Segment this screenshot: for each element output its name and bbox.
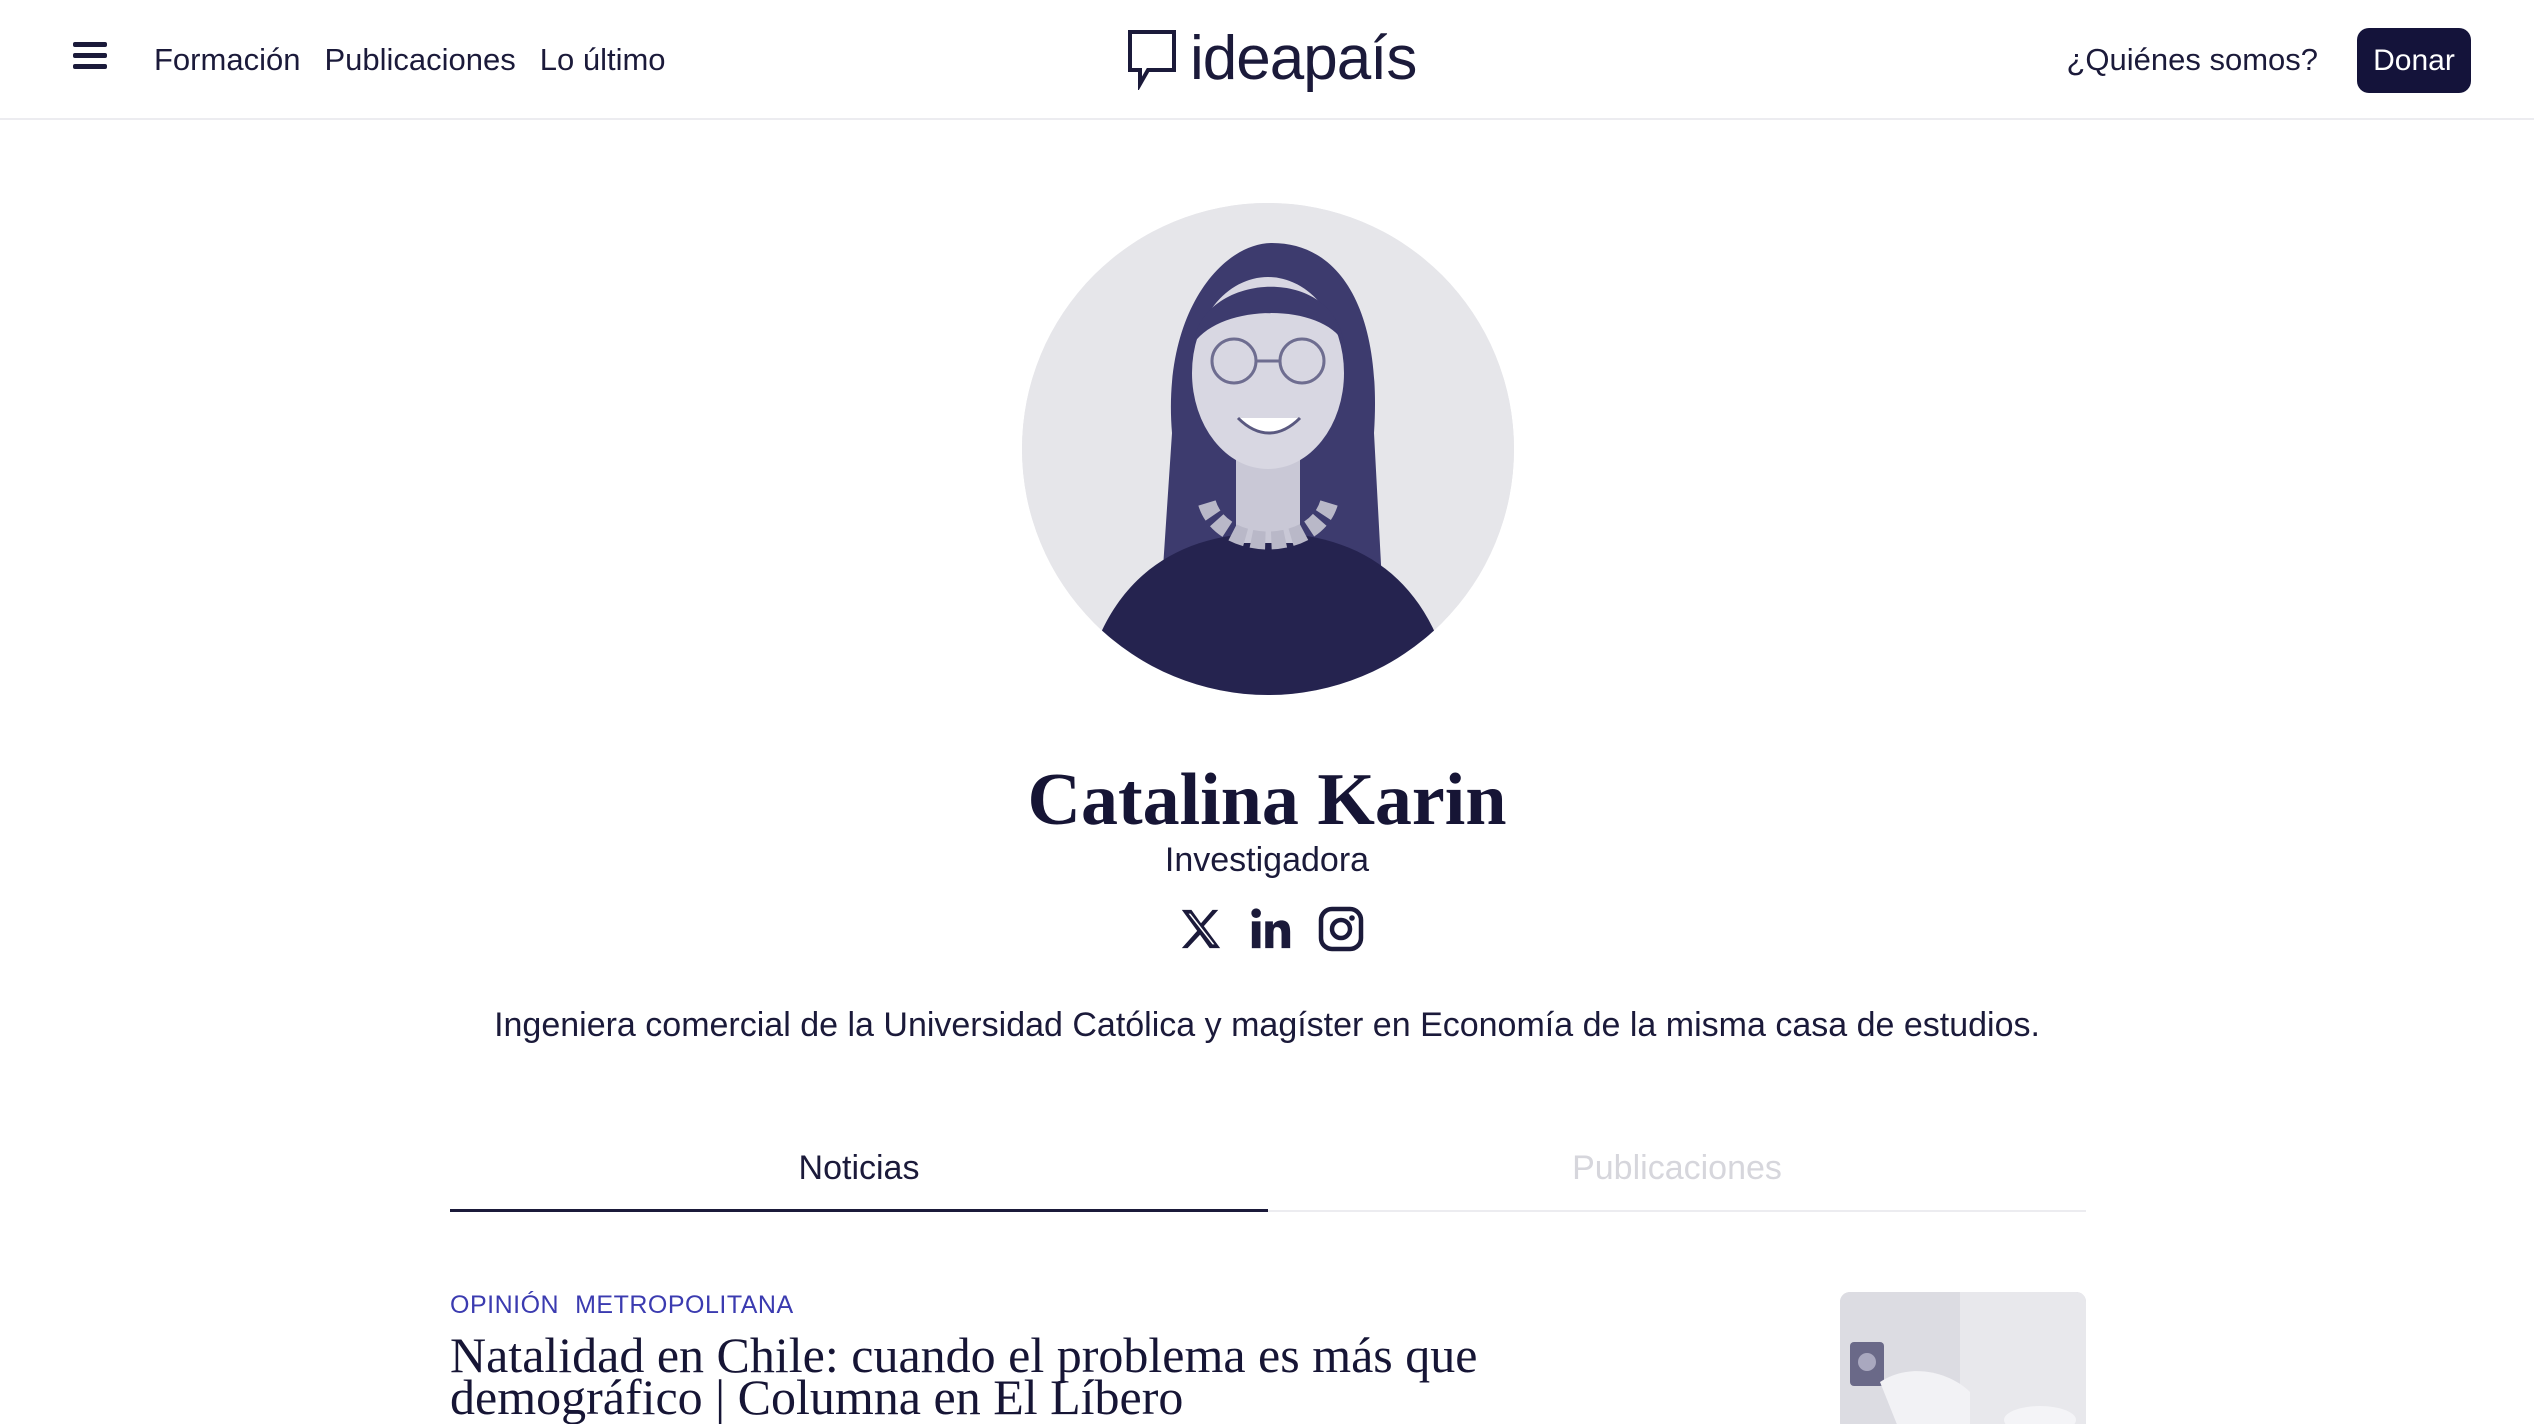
logo-wordmark: ideapaís	[1190, 24, 1417, 93]
tag-opinion[interactable]: OPINIÓN	[450, 1290, 559, 1320]
instagram-icon[interactable]	[1316, 902, 1366, 956]
profile-name: Catalina Karin	[1027, 759, 1507, 841]
profile-role: Investigadora	[1164, 841, 1370, 879]
site-logo[interactable]: ideapaís	[1126, 24, 1417, 93]
nav-formacion[interactable]: Formación	[154, 36, 300, 84]
tag-metropolitana[interactable]: METROPOLITANA	[575, 1290, 794, 1320]
article-thumbnail[interactable]	[1840, 1292, 2086, 1424]
site-header: Formación Publicaciones Lo último ideapa…	[0, 0, 2534, 120]
content-tabs: Noticias Publicaciones	[450, 1138, 2086, 1212]
profile-avatar	[1022, 203, 1514, 695]
hamburger-menu-icon[interactable]	[70, 42, 110, 78]
article-tags: OPINIÓN METROPOLITANA	[450, 1290, 794, 1320]
donate-button[interactable]: Donar	[2357, 28, 2471, 93]
main-nav: Formación Publicaciones Lo último	[154, 36, 666, 84]
nav-lo-ultimo[interactable]: Lo último	[540, 36, 666, 84]
about-link[interactable]: ¿Quiénes somos?	[2066, 36, 2318, 84]
linkedin-icon[interactable]	[1246, 902, 1296, 956]
tab-publicaciones[interactable]: Publicaciones	[1268, 1138, 2086, 1210]
article-title[interactable]: Natalidad en Chile: cuando el problema e…	[450, 1330, 1700, 1422]
x-icon[interactable]	[1176, 902, 1226, 956]
social-links	[1176, 902, 1366, 956]
tab-noticias[interactable]: Noticias	[450, 1138, 1268, 1212]
nav-publicaciones[interactable]: Publicaciones	[324, 36, 515, 84]
profile-bio: Ingeniera comercial de la Universidad Ca…	[494, 1006, 2040, 1044]
logo-speech-bubble-icon	[1128, 30, 1176, 90]
